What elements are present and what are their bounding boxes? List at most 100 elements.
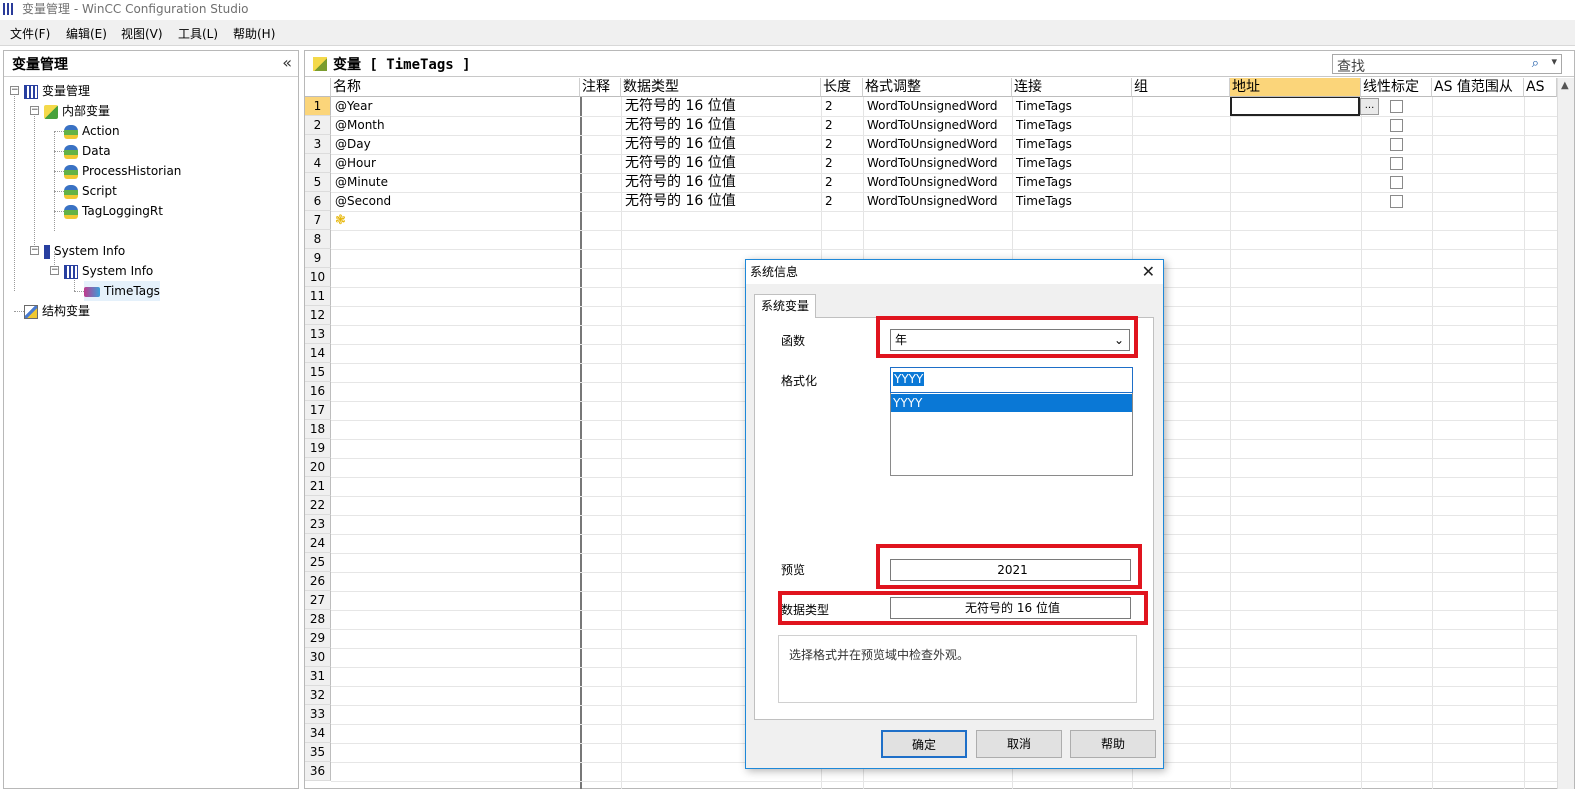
row-number[interactable]: 34 xyxy=(305,724,331,743)
menu-edit[interactable]: 编辑(E) xyxy=(66,25,107,42)
row-number[interactable]: 18 xyxy=(305,420,331,439)
cell-connection[interactable]: TimeTags xyxy=(1014,154,1130,173)
tree-node-internal-tags[interactable]: 内部变量 xyxy=(44,101,110,121)
cell-name[interactable]: @Month xyxy=(333,116,578,135)
linear-scaling-checkbox[interactable] xyxy=(1390,195,1403,208)
menu-tools[interactable]: 工具(L) xyxy=(178,25,218,42)
row-number[interactable]: 4 xyxy=(305,154,331,173)
column-header-as[interactable]: AS xyxy=(1524,78,1557,97)
help-button[interactable]: 帮助 xyxy=(1070,730,1156,758)
address-browse-button[interactable]: ... xyxy=(1360,98,1379,115)
tree-node-action[interactable]: Action xyxy=(64,121,120,141)
column-header-address[interactable]: 地址 xyxy=(1230,78,1361,97)
cell-length[interactable]: 2 xyxy=(823,192,861,211)
cell-name[interactable]: @Minute xyxy=(333,173,578,192)
cell-connection[interactable]: TimeTags xyxy=(1014,116,1130,135)
row-number[interactable]: 23 xyxy=(305,515,331,534)
close-icon[interactable]: ✕ xyxy=(1142,260,1155,284)
row-number[interactable]: 5 xyxy=(305,173,331,192)
cell-connection[interactable]: TimeTags xyxy=(1014,97,1130,116)
format-input[interactable]: YYYY xyxy=(890,367,1133,393)
vertical-scrollbar[interactable]: ▲ xyxy=(1557,78,1574,789)
tree-node-tag-management[interactable]: 变量管理 xyxy=(24,81,90,101)
tab-system-variables[interactable]: 系统变量 xyxy=(754,294,816,318)
cell-connection[interactable]: TimeTags xyxy=(1014,173,1130,192)
row-number[interactable]: 14 xyxy=(305,344,331,363)
menu-file[interactable]: 文件(F) xyxy=(10,25,50,42)
row-number[interactable]: 12 xyxy=(305,306,331,325)
new-row-icon[interactable]: ❃ xyxy=(335,213,346,228)
tree-node-timetags[interactable]: TimeTags xyxy=(84,281,160,301)
cell-name[interactable]: @Hour xyxy=(333,154,578,173)
row-number[interactable]: 27 xyxy=(305,591,331,610)
row-number[interactable]: 24 xyxy=(305,534,331,553)
cell-connection[interactable]: TimeTags xyxy=(1014,135,1130,154)
cancel-button[interactable]: 取消 xyxy=(976,730,1062,758)
cell-format[interactable]: WordToUnsignedWord xyxy=(865,154,1010,173)
cell-format[interactable]: WordToUnsignedWord xyxy=(865,192,1010,211)
collapse-root-toggle[interactable]: − xyxy=(10,86,19,95)
cell-datatype[interactable]: 无符号的 16 位值 xyxy=(623,173,819,192)
row-number[interactable]: 30 xyxy=(305,648,331,667)
row-number[interactable]: 6 xyxy=(305,192,331,211)
linear-scaling-checkbox[interactable] xyxy=(1390,138,1403,151)
column-header-connection[interactable]: 连接 xyxy=(1012,78,1132,97)
tree-node-system-info-connection[interactable]: System Info xyxy=(64,261,153,281)
address-cell-editor[interactable] xyxy=(1230,97,1360,116)
row-number[interactable]: 22 xyxy=(305,496,331,515)
column-header-name[interactable]: 名称 xyxy=(331,78,580,97)
row-number[interactable]: 36 xyxy=(305,762,331,781)
row-number[interactable]: 2 xyxy=(305,116,331,135)
row-number[interactable]: 32 xyxy=(305,686,331,705)
cell-name[interactable]: @Second xyxy=(333,192,578,211)
chevron-down-icon[interactable]: ▾ xyxy=(1551,55,1557,68)
collapse-internal-toggle[interactable]: − xyxy=(30,106,39,115)
row-number[interactable]: 25 xyxy=(305,553,331,572)
row-number[interactable]: 1 xyxy=(305,97,331,116)
tree-node-data[interactable]: Data xyxy=(64,141,111,161)
cell-length[interactable]: 2 xyxy=(823,173,861,192)
row-number[interactable]: 35 xyxy=(305,743,331,762)
cell-length[interactable]: 2 xyxy=(823,97,861,116)
linear-scaling-checkbox[interactable] xyxy=(1390,100,1403,113)
row-number[interactable]: 15 xyxy=(305,363,331,382)
row-number[interactable]: 8 xyxy=(305,230,331,249)
column-header-datatype[interactable]: 数据类型 xyxy=(621,78,821,97)
collapse-sysinfo-child-toggle[interactable]: − xyxy=(50,266,59,275)
format-option[interactable]: YYYY xyxy=(891,394,1132,412)
column-header-linear-scaling[interactable]: 线性标定 xyxy=(1361,78,1432,97)
row-number[interactable]: 16 xyxy=(305,382,331,401)
cell-format[interactable]: WordToUnsignedWord xyxy=(865,173,1010,192)
cell-datatype[interactable]: 无符号的 16 位值 xyxy=(623,154,819,173)
tree-node-processhistorian[interactable]: ProcessHistorian xyxy=(64,161,181,181)
cell-length[interactable]: 2 xyxy=(823,135,861,154)
row-number[interactable]: 17 xyxy=(305,401,331,420)
cell-format[interactable]: WordToUnsignedWord xyxy=(865,116,1010,135)
cell-name[interactable]: @Year xyxy=(333,97,578,116)
row-number[interactable]: 7 xyxy=(305,211,331,230)
row-number[interactable]: 28 xyxy=(305,610,331,629)
cell-datatype[interactable]: 无符号的 16 位值 xyxy=(623,116,819,135)
tree-node-tagloggingrt[interactable]: TagLoggingRt xyxy=(64,201,163,221)
row-number[interactable]: 13 xyxy=(305,325,331,344)
row-number[interactable]: 21 xyxy=(305,477,331,496)
tree-node-script[interactable]: Script xyxy=(64,181,117,201)
row-header-corner[interactable] xyxy=(305,78,331,97)
row-number[interactable]: 11 xyxy=(305,287,331,306)
tree-node-system-info[interactable]: System Info xyxy=(44,241,125,261)
row-number[interactable]: 10 xyxy=(305,268,331,287)
linear-scaling-checkbox[interactable] xyxy=(1390,119,1403,132)
linear-scaling-checkbox[interactable] xyxy=(1390,176,1403,189)
row-number[interactable]: 26 xyxy=(305,572,331,591)
cell-name[interactable]: @Day xyxy=(333,135,578,154)
row-number[interactable]: 20 xyxy=(305,458,331,477)
format-list[interactable]: YYYY xyxy=(890,393,1133,476)
column-header-format[interactable]: 格式调整 xyxy=(863,78,1012,97)
search-input[interactable]: 查找 ⌕ ▾ xyxy=(1332,54,1562,75)
column-header-comment[interactable]: 注释 xyxy=(580,78,621,97)
row-number[interactable]: 33 xyxy=(305,705,331,724)
cell-connection[interactable]: TimeTags xyxy=(1014,192,1130,211)
cell-length[interactable]: 2 xyxy=(823,116,861,135)
column-header-length[interactable]: 长度 xyxy=(821,78,863,97)
tree-node-structure-tags[interactable]: 结构变量 xyxy=(24,301,90,321)
